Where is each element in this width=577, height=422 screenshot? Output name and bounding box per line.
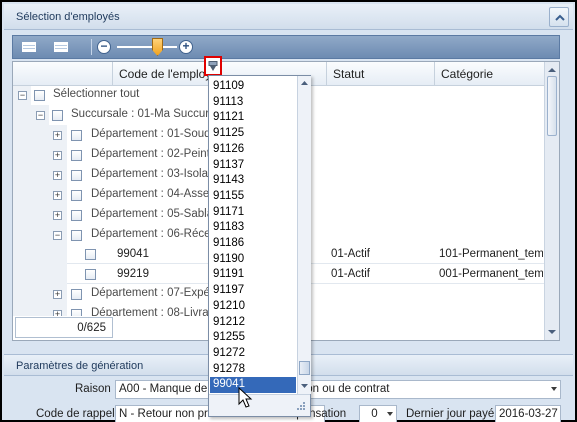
dropdown-option[interactable]: 91197	[212, 283, 296, 299]
checkbox[interactable]	[34, 90, 45, 101]
expand-toggle[interactable]: +	[53, 151, 62, 160]
collapse-toggle[interactable]: −	[53, 231, 62, 240]
tree-label: Département : 05-Sablage	[91, 208, 226, 220]
scroll-thumb[interactable]	[299, 361, 310, 375]
expand-toggle[interactable]: +	[53, 191, 62, 200]
chevron-down-icon	[551, 387, 557, 391]
tree-label: Département : 03-Isolation	[91, 168, 227, 180]
employee-code-cell: 99041	[117, 248, 149, 260]
category-cell: 101-Permanent_temps plein	[439, 248, 543, 260]
scroll-down-icon[interactable]	[299, 380, 310, 392]
compensation-spinner[interactable]: 0	[359, 405, 397, 422]
column-header-category[interactable]: Catégorie	[435, 62, 545, 86]
tree-indent	[13, 86, 31, 316]
column-header-indent	[13, 62, 113, 86]
dropdown-option[interactable]: 91183	[212, 220, 296, 236]
grid-vertical-scrollbar[interactable]	[544, 62, 559, 340]
scroll-up-icon[interactable]	[545, 63, 559, 77]
last-paid-day-field[interactable]: 2016-03-27	[495, 405, 561, 422]
resize-grip[interactable]	[209, 394, 310, 416]
dropdown-option[interactable]: 91143	[212, 173, 296, 189]
chevron-down-icon	[387, 412, 393, 416]
expand-toggle[interactable]: +	[53, 290, 62, 299]
tree-indent	[31, 105, 49, 316]
checkbox[interactable]	[71, 309, 82, 316]
status-cell: 01-Actif	[331, 248, 370, 260]
zoom-out-button[interactable]: −	[97, 40, 111, 54]
raison-label: Raison	[75, 383, 111, 395]
dropdown-option[interactable]: 91171	[212, 205, 296, 221]
checkbox[interactable]	[71, 190, 82, 201]
dropdown-option[interactable]: 91125	[212, 126, 296, 142]
dropdown-option[interactable]: 91272	[212, 346, 296, 362]
expand-toggle[interactable]: +	[53, 131, 62, 140]
dropdown-option[interactable]: 91210	[212, 299, 296, 315]
chevron-up-icon	[555, 14, 565, 21]
checkbox[interactable]	[52, 110, 63, 121]
dropdown-option[interactable]: 91109	[212, 79, 296, 95]
employee-code-cell: 99219	[117, 268, 149, 280]
scroll-down-icon[interactable]	[545, 325, 559, 339]
expand-toggle[interactable]: +	[53, 171, 62, 180]
scroll-up-icon[interactable]	[299, 77, 310, 89]
group-title: Paramètres de génération	[16, 360, 144, 372]
scroll-thumb[interactable]	[547, 76, 557, 136]
dropdown-option[interactable]: 91155	[212, 189, 296, 205]
expand-all-button[interactable]	[17, 38, 41, 56]
checkbox[interactable]	[85, 269, 96, 280]
list-icon	[22, 42, 36, 52]
checkbox[interactable]	[85, 249, 96, 260]
expand-toggle[interactable]: +	[53, 310, 62, 316]
checkbox[interactable]	[71, 230, 82, 241]
dropdown-option[interactable]: 91186	[212, 236, 296, 252]
dropdown-option[interactable]: 91113	[212, 95, 296, 111]
dropdown-option[interactable]: 91121	[212, 110, 296, 126]
selection-counter: 0/625	[15, 317, 113, 338]
last-paid-day-value: 2016-03-27	[499, 408, 558, 420]
checkbox[interactable]	[71, 210, 82, 221]
column-filter-button[interactable]	[204, 56, 222, 76]
filter-icon	[208, 61, 218, 71]
collapse-toggle[interactable]: −	[18, 91, 27, 100]
compensation-value: 0	[371, 408, 378, 420]
employee-selection-group-header: Sélection d'employés	[4, 4, 573, 30]
group-title: Sélection d'employés	[16, 11, 120, 23]
dropdown-scrollbar[interactable]	[297, 76, 311, 394]
tree-label: Département : 02-Peinture	[91, 148, 227, 160]
tree-label: Département : 01-Soudure	[91, 128, 228, 140]
dropdown-option[interactable]: 91191	[212, 267, 296, 283]
collapse-all-button[interactable]	[49, 38, 73, 56]
category-cell: 001-Permanent_temps plein	[439, 268, 543, 280]
column-header-status[interactable]: Statut	[327, 62, 435, 86]
dropdown-option[interactable]: 91255	[212, 330, 296, 346]
list-icon	[54, 42, 68, 52]
tree-label: Sélectionner tout	[53, 88, 140, 100]
collapse-toggle[interactable]: −	[36, 111, 45, 120]
dropdown-option[interactable]: 91137	[212, 158, 296, 174]
checkbox[interactable]	[71, 130, 82, 141]
resize-grip-icon	[297, 402, 305, 410]
dropdown-option[interactable]: 91190	[212, 252, 296, 268]
last-paid-day-label: Dernier jour payé	[406, 408, 495, 420]
employee-selection-window: Sélection d'employés − + Code de l'emplo…	[0, 0, 577, 422]
checkbox[interactable]	[71, 150, 82, 161]
tree-label: Succursale : 01-Ma Succursale	[71, 108, 231, 120]
code-rappel-label: Code de rappel	[36, 408, 115, 420]
dropdown-option[interactable]: 91126	[212, 142, 296, 158]
mouse-pointer-icon	[238, 387, 253, 408]
expand-toggle[interactable]: +	[53, 211, 62, 220]
raison-select[interactable]: A00 - Manque de travail / Fin de saison …	[115, 380, 561, 399]
zoom-slider-track[interactable]	[117, 46, 177, 48]
zoom-in-button[interactable]: +	[179, 40, 193, 54]
dropdown-option[interactable]: 91212	[212, 315, 296, 331]
checkbox[interactable]	[71, 170, 82, 181]
dropdown-option[interactable]: 91278	[212, 362, 296, 378]
checkbox[interactable]	[71, 289, 82, 300]
filter-dropdown-list: 91109 91113 91121 91125 91126 91137 91143 91155…	[208, 75, 311, 417]
zoom-slider-thumb[interactable]	[152, 38, 163, 56]
grid-toolbar: − +	[12, 35, 560, 59]
collapse-group-button[interactable]	[549, 7, 569, 27]
toolbar-separator	[91, 39, 92, 55]
status-cell: 01-Actif	[331, 268, 370, 280]
